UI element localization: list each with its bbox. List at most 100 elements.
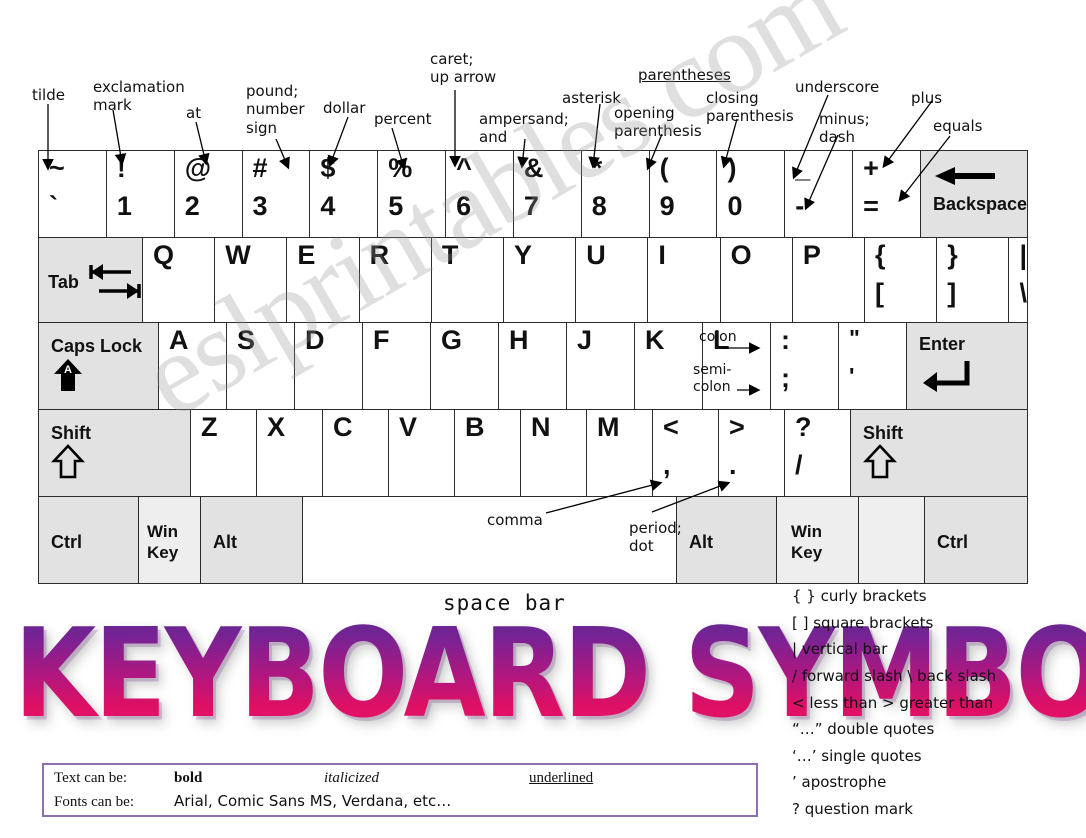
key-c[interactable]: C <box>323 410 389 496</box>
key-j[interactable]: J <box>567 323 635 409</box>
annotation-caret: caret; up arrow <box>430 50 497 87</box>
key-4[interactable]: $4 <box>310 151 379 237</box>
key-upper: | <box>1019 240 1027 270</box>
key-slash[interactable]: ? / <box>785 410 851 496</box>
key-tab[interactable]: Tab <box>39 238 143 322</box>
key-o[interactable]: O <box>720 238 793 322</box>
key-b[interactable]: B <box>455 410 521 496</box>
key-w[interactable]: W <box>215 238 288 322</box>
key-a[interactable]: A <box>159 323 227 409</box>
key-enter[interactable]: Enter <box>907 323 1027 409</box>
annotation-dollar: dollar <box>323 99 366 117</box>
key-ctrl-left[interactable]: Ctrl <box>39 497 139 583</box>
key-u[interactable]: U <box>576 238 649 322</box>
key-h[interactable]: H <box>499 323 567 409</box>
key-s[interactable]: S <box>227 323 295 409</box>
key-bracket-right[interactable]: }] <box>937 238 1010 322</box>
key-z[interactable]: Z <box>191 410 257 496</box>
key-bracket-left[interactable]: {[ <box>865 238 938 322</box>
formatting-row-fonts: Fonts can be: Arial, Comic Sans MS, Verd… <box>54 792 756 814</box>
annotation-equals: equals <box>933 117 983 135</box>
annotation-ampersand: ampersand; and <box>479 110 569 147</box>
key-upper: R <box>369 240 390 270</box>
key-x[interactable]: X <box>257 410 323 496</box>
key-r[interactable]: R <box>359 238 432 322</box>
key-win-left[interactable]: Win Key <box>139 497 201 583</box>
key-equals[interactable]: + = <box>853 151 921 237</box>
key-upper: M <box>597 412 620 442</box>
key-upper: Y <box>514 240 533 270</box>
key-lower: 0 <box>727 191 743 221</box>
key-8[interactable]: * 8 <box>581 151 650 237</box>
key-label: Ctrl <box>51 531 82 552</box>
key-i[interactable]: I <box>648 238 721 322</box>
key-caps-lock[interactable]: Caps Lock A <box>39 323 159 409</box>
legend-item: ‘…’ single quotes <box>792 746 922 765</box>
key-6[interactable]: ^ 6 <box>446 151 514 237</box>
underline-example: underlined <box>529 770 594 786</box>
key-label: Caps Lock <box>51 336 143 356</box>
key-period[interactable]: >. <box>719 410 785 496</box>
key-lower: ; <box>781 363 790 393</box>
key-3[interactable]: #3 <box>242 151 311 237</box>
key-semicolon[interactable]: :; <box>771 323 839 409</box>
key-upper: _ <box>795 153 811 183</box>
key-shift-left[interactable]: Shift <box>39 410 191 496</box>
key-shift-right[interactable]: Shift <box>851 410 1027 496</box>
key-lower: ' <box>849 363 855 389</box>
annotation-tilde: tilde <box>32 86 65 104</box>
key-backspace[interactable]: Backspace <box>920 151 1028 237</box>
key-5[interactable]: % 5 <box>378 151 447 237</box>
key-win-right[interactable]: Win Key <box>777 497 859 583</box>
key-comma[interactable]: <, <box>653 410 719 496</box>
key-v[interactable]: V <box>389 410 455 496</box>
key-alt-left[interactable]: Alt <box>201 497 303 583</box>
key-upper: ( <box>659 153 669 183</box>
key-9[interactable]: (9 <box>649 151 718 237</box>
key-q[interactable]: Q <box>143 238 216 322</box>
key-y[interactable]: Y <box>504 238 577 322</box>
key-lower: = <box>863 191 879 221</box>
keyboard-row-shift: Shift Z X C V B N M <, >. ? / Shift <box>39 409 1027 496</box>
annotation-pound: pound; number sign <box>246 82 305 137</box>
key-2[interactable]: @2 <box>174 151 243 237</box>
key-ctrl-right[interactable]: Ctrl <box>925 497 1027 583</box>
key-d[interactable]: D <box>295 323 363 409</box>
key-1[interactable]: ! 1 <box>106 151 175 237</box>
key-e[interactable]: E <box>287 238 360 322</box>
key-label: Win Key <box>147 521 179 562</box>
spacebar-label: space bar <box>443 591 566 615</box>
key-menu[interactable] <box>859 497 925 583</box>
svg-text:A: A <box>64 364 72 376</box>
key-m[interactable]: M <box>587 410 653 496</box>
worksheet-page: eslprintables.com tilde exclamation mark… <box>0 0 1086 838</box>
legend-item: < less than > greater than <box>792 693 994 712</box>
key-g[interactable]: G <box>431 323 499 409</box>
formatting-row-text: Text can be: bold italicized underlined <box>54 770 756 792</box>
key-upper: D <box>305 325 325 355</box>
key-backslash[interactable]: | \ <box>1009 238 1027 322</box>
key-upper: $ <box>320 153 336 183</box>
annotation-exclamation: exclamation mark <box>93 78 185 115</box>
key-label: Alt <box>213 531 237 552</box>
key-upper: # <box>252 153 268 183</box>
key-upper: A <box>169 325 189 355</box>
key-quote[interactable]: " ' <box>839 323 907 409</box>
keyboard-row-bottom: Ctrl Win Key Alt Alt Win Key Ctrl <box>39 496 1027 583</box>
key-7[interactable]: & 7 <box>513 151 582 237</box>
annotation-asterisk: asterisk <box>562 89 621 107</box>
key-alt-right[interactable]: Alt <box>677 497 777 583</box>
key-f[interactable]: F <box>363 323 431 409</box>
key-t[interactable]: T <box>431 238 505 322</box>
key-tilde[interactable]: ~ ` <box>39 151 107 237</box>
key-lower: 1 <box>116 191 132 221</box>
key-n[interactable]: N <box>521 410 587 496</box>
key-upper: O <box>730 240 752 270</box>
key-p[interactable]: P <box>792 238 866 322</box>
key-0[interactable]: ) 0 <box>717 151 786 237</box>
key-space[interactable] <box>303 497 677 583</box>
key-upper: " <box>849 325 860 351</box>
key-lower: - <box>795 191 805 221</box>
annotation-plus: plus <box>911 89 943 107</box>
key-minus[interactable]: _ - <box>785 151 854 237</box>
